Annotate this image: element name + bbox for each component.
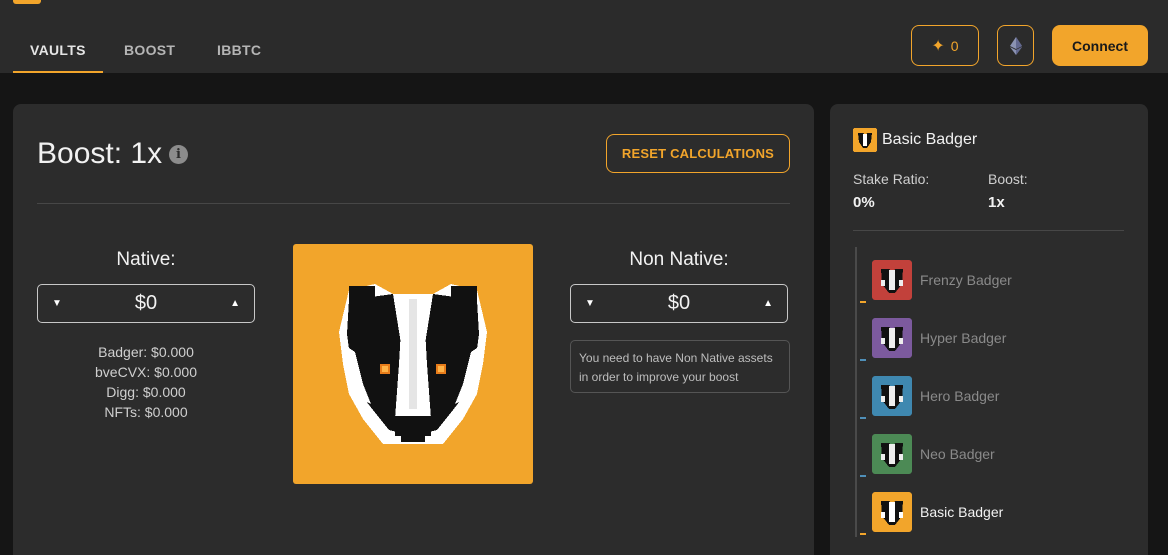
rank-item-frenzy-badger[interactable]: Frenzy Badger [872, 260, 1012, 300]
top-nav-bar: VAULTS BOOST IBBTC ✦ 0 Connect [0, 0, 1168, 73]
current-rank-title: Basic Badger [882, 131, 978, 148]
increase-arrow-icon[interactable]: ▲ [230, 298, 240, 309]
increase-arrow-icon[interactable]: ▲ [763, 298, 773, 309]
tab-boost[interactable]: BOOST [103, 24, 195, 73]
neo-badger-icon [872, 434, 912, 474]
bvecvx-amount: bveCVX: $0.000 [95, 364, 197, 380]
rank-item-basic-badger[interactable]: Basic Badger [872, 492, 1003, 532]
non-native-stepper[interactable]: ▼ $0 ▲ [570, 284, 788, 323]
non-native-hint: You need to have Non Native assets in or… [570, 340, 790, 393]
hyper-badger-icon [872, 318, 912, 358]
frenzy-badger-icon [872, 260, 912, 300]
badger-amount: Badger: $0.000 [98, 344, 194, 360]
rank-tick [860, 533, 866, 535]
rank-item-neo-badger[interactable]: Neo Badger [872, 434, 995, 474]
tier-name: Basic Badger [920, 504, 1004, 520]
tab-ibbtc[interactable]: IBBTC [195, 24, 305, 73]
points-button[interactable]: ✦ 0 [911, 25, 979, 66]
boost-value: 1x [988, 194, 1005, 211]
native-stepper[interactable]: ▼ $0 ▲ [37, 284, 255, 323]
boost-rank-card: Basic Badger Stake Ratio: 0% Boost: 1x F… [830, 104, 1148, 555]
stake-ratio-value: 0% [853, 194, 875, 211]
boost-label: Boost: [988, 171, 1028, 187]
badger-face-icon [339, 284, 487, 444]
nav-tabs: VAULTS BOOST IBBTC [13, 24, 305, 73]
reset-calculations-button[interactable]: RESET CALCULATIONS [606, 134, 790, 173]
basic-badger-icon [872, 492, 912, 532]
rank-item-hyper-badger[interactable]: Hyper Badger [872, 318, 1006, 358]
app-logo[interactable] [13, 0, 41, 4]
non-native-label: Non Native: [629, 249, 729, 270]
sparkle-icon: ✦ [931, 37, 945, 55]
divider [853, 230, 1124, 231]
native-label: Native: [116, 249, 176, 270]
decrease-arrow-icon[interactable]: ▼ [52, 298, 62, 309]
rank-item-hero-badger[interactable]: Hero Badger [872, 376, 999, 416]
native-value[interactable]: $0 [135, 292, 157, 315]
rank-tick [860, 301, 866, 303]
stake-ratio-label: Stake Ratio: [853, 171, 930, 187]
rank-tick [860, 359, 866, 361]
tier-name: Hyper Badger [920, 330, 1007, 346]
rank-tick [860, 417, 866, 419]
hero-badger-icon [872, 376, 912, 416]
boost-title: Boost: 1x [37, 137, 163, 170]
rank-tick [860, 475, 866, 477]
native-breakdown: Badger: $0.000 bveCVX: $0.000 Digg: $0.0… [37, 342, 255, 422]
boost-calculator-card: Boost: 1x i RESET CALCULATIONS Native: ▼… [13, 104, 814, 555]
decrease-arrow-icon[interactable]: ▼ [585, 298, 595, 309]
rank-progress-line [855, 247, 857, 537]
digg-amount: Digg: $0.000 [106, 384, 186, 400]
tier-name: Hero Badger [920, 388, 1000, 404]
ethereum-icon [1009, 36, 1022, 55]
tier-name: Neo Badger [920, 446, 995, 462]
divider [37, 203, 790, 204]
info-icon[interactable]: i [169, 145, 188, 164]
tier-name: Frenzy Badger [920, 272, 1012, 288]
non-native-value[interactable]: $0 [668, 292, 690, 315]
points-count: 0 [950, 37, 959, 54]
connect-wallet-button[interactable]: Connect [1052, 25, 1148, 66]
basic-badger-icon [853, 128, 877, 152]
network-button[interactable] [997, 25, 1034, 66]
badger-rank-artwork [293, 244, 533, 484]
tab-vaults[interactable]: VAULTS [13, 24, 103, 73]
nfts-amount: NFTs: $0.000 [104, 404, 188, 420]
